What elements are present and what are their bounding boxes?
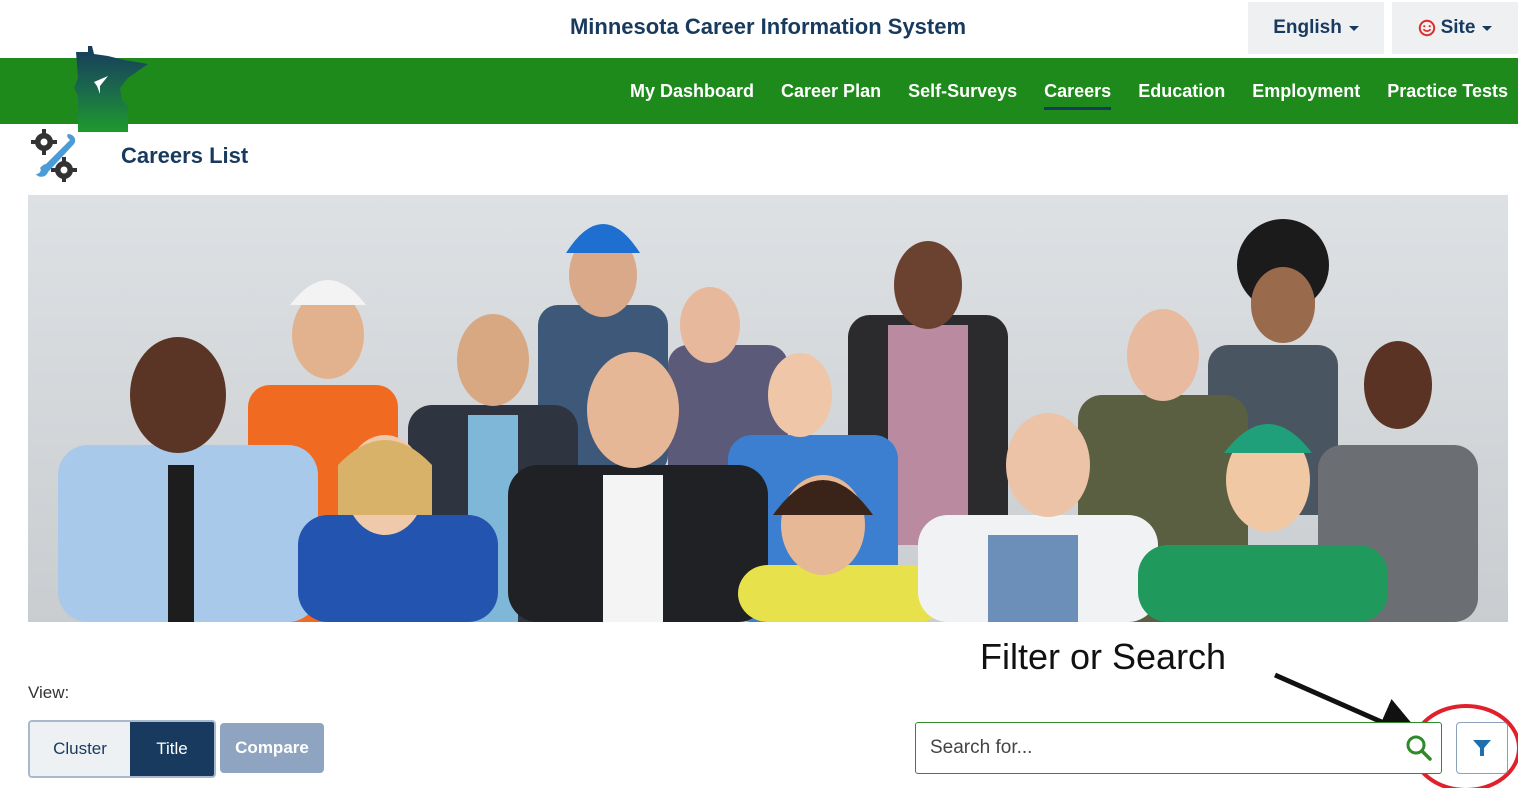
view-title-button[interactable]: Title — [130, 722, 214, 776]
nav-item-employment[interactable]: Employment — [1252, 81, 1360, 102]
nav-item-careers[interactable]: Careers — [1044, 81, 1112, 110]
nav-item-education[interactable]: Education — [1138, 81, 1225, 102]
caret-down-icon — [1348, 25, 1359, 31]
page-title: Careers List — [121, 143, 249, 168]
filter-icon — [1473, 740, 1491, 756]
view-label: View: — [28, 683, 70, 702]
main-nav: My Dashboard Career Plan Self-Surveys Ca… — [0, 58, 1518, 124]
caret-down-icon — [1482, 25, 1493, 31]
nav-items: My Dashboard Career Plan Self-Surveys Ca… — [630, 58, 1508, 124]
top-bar: Minnesota Career Information System Engl… — [0, 0, 1518, 58]
search-input[interactable] — [915, 722, 1442, 774]
nav-item-career-plan[interactable]: Career Plan — [781, 81, 881, 102]
view-toggle: Cluster Title — [28, 720, 216, 778]
language-label: English — [1273, 17, 1342, 38]
site-label: Site — [1440, 17, 1476, 38]
site-dropdown[interactable]: Site — [1392, 2, 1518, 54]
nav-item-self-surveys[interactable]: Self-Surveys — [908, 81, 1017, 102]
minnesota-state-logo[interactable] — [72, 44, 152, 134]
view-cluster-button[interactable]: Cluster — [30, 722, 130, 776]
smiley-icon — [1418, 19, 1435, 37]
filter-button[interactable] — [1456, 722, 1508, 774]
compare-button[interactable]: Compare — [220, 723, 324, 773]
nav-item-practice-tests[interactable]: Practice Tests — [1387, 81, 1508, 102]
annotation-label: Filter or Search — [980, 636, 1227, 677]
language-dropdown[interactable]: English — [1248, 2, 1384, 54]
search-icon[interactable] — [1404, 733, 1434, 763]
nav-item-my-dashboard[interactable]: My Dashboard — [630, 81, 754, 102]
hero-image — [28, 195, 1508, 622]
gears-wrench-icon — [31, 129, 77, 182]
